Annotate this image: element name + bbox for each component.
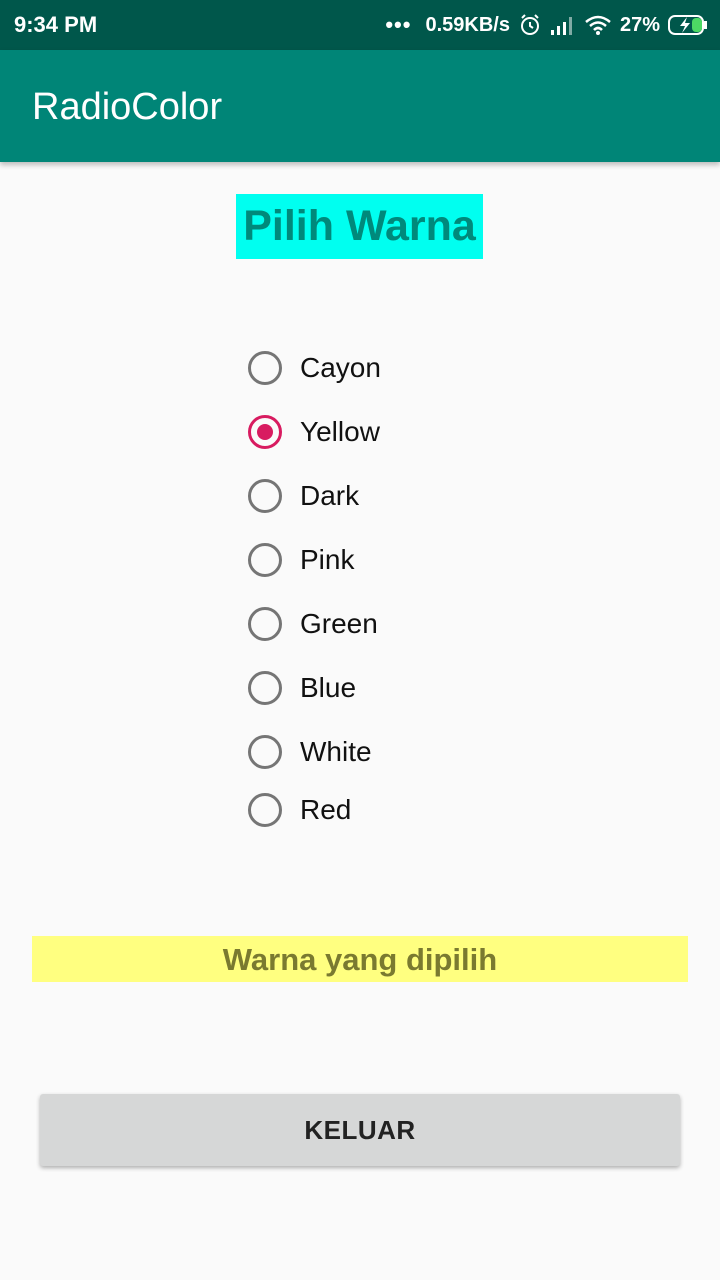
radio-button[interactable] bbox=[248, 793, 282, 827]
radio-button[interactable] bbox=[248, 735, 282, 769]
more-notifications-icon: ••• bbox=[385, 12, 412, 37]
radio-button[interactable] bbox=[248, 607, 282, 641]
radio-label: Cayon bbox=[300, 352, 381, 383]
wifi-icon bbox=[584, 14, 612, 36]
signal-icon bbox=[550, 14, 576, 36]
radio-option-cayon[interactable]: Cayon bbox=[246, 346, 381, 390]
selected-color-label: Warna yang dipilih bbox=[32, 936, 688, 982]
status-bar: 9:34 PM ••• 0.59KB/s 27% bbox=[0, 0, 720, 50]
radio-option-yellow[interactable]: Yellow bbox=[246, 410, 380, 454]
app-title: RadioColor bbox=[32, 86, 223, 128]
radio-option-blue[interactable]: Blue bbox=[246, 666, 356, 710]
exit-button[interactable]: KELUAR bbox=[40, 1094, 680, 1166]
app-bar: RadioColor bbox=[0, 50, 720, 162]
radio-label: Green bbox=[300, 608, 378, 639]
radio-option-red[interactable]: Red bbox=[246, 788, 351, 832]
radio-label: White bbox=[300, 736, 372, 767]
radio-option-dark[interactable]: Dark bbox=[246, 474, 359, 518]
radio-label: Pink bbox=[300, 544, 355, 575]
radio-option-pink[interactable]: Pink bbox=[246, 538, 354, 582]
battery-percent: 27% bbox=[619, 13, 660, 36]
radio-label: Yellow bbox=[300, 416, 380, 447]
radio-label: Blue bbox=[300, 672, 357, 703]
network-speed: 0.59KB/s bbox=[425, 13, 510, 36]
status-icons: ••• 0.59KB/s 27% bbox=[385, 10, 708, 40]
page-title: Pilih Warna bbox=[236, 194, 483, 259]
radio-button[interactable] bbox=[248, 671, 282, 705]
radio-option-white[interactable]: White bbox=[246, 730, 372, 774]
radio-button-checked[interactable] bbox=[248, 415, 282, 449]
alarm-icon bbox=[518, 13, 542, 37]
radio-label: Red bbox=[300, 794, 352, 825]
radio-button[interactable] bbox=[248, 351, 282, 385]
radio-button[interactable] bbox=[248, 543, 282, 577]
radio-button[interactable] bbox=[248, 479, 282, 513]
radio-label: Dark bbox=[300, 480, 360, 511]
radio-option-green[interactable]: Green bbox=[246, 602, 378, 646]
status-time: 9:34 PM bbox=[14, 12, 98, 37]
battery-charging-icon bbox=[668, 14, 708, 36]
